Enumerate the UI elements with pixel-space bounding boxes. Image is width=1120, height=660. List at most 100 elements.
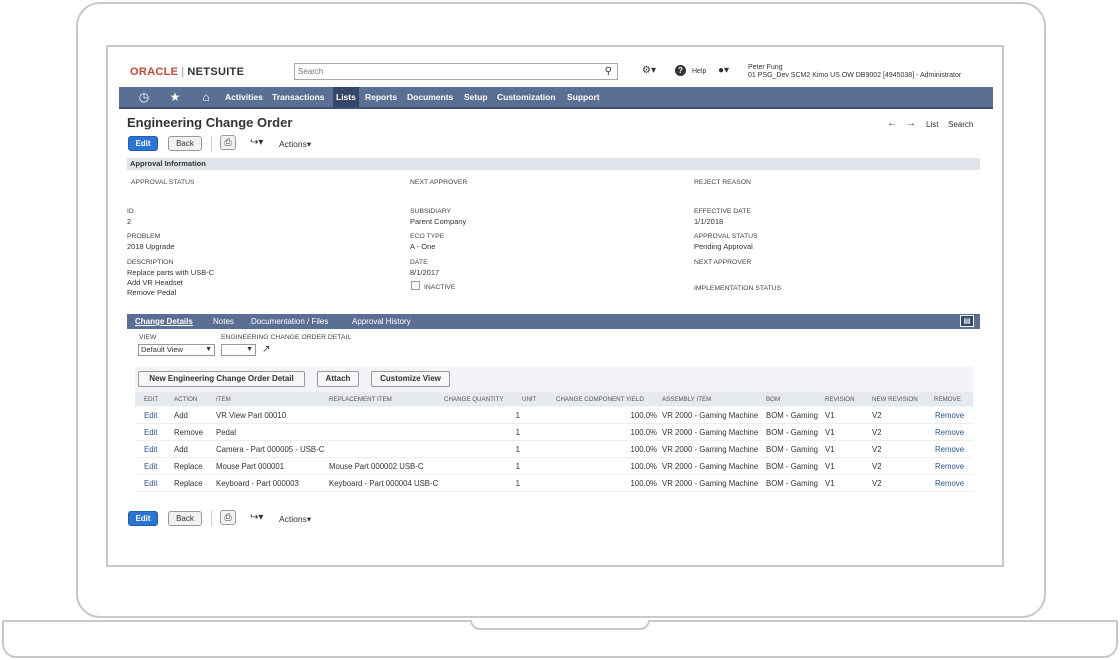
eco-type-value: A - One <box>410 242 436 251</box>
bom-cell: BOM - Gaming <box>766 411 818 420</box>
quantity-cell: 1 <box>515 462 520 471</box>
favorites-star-icon[interactable]: ★ <box>166 87 184 107</box>
problem-value: 2018 Upgrade <box>127 242 175 251</box>
edit-button-bottom[interactable]: Edit <box>128 511 158 526</box>
column-header[interactable]: CHANGE QUANTITY <box>444 396 503 403</box>
help-icon[interactable]: ? <box>675 65 686 76</box>
nav-reports[interactable]: Reports <box>365 87 397 107</box>
edit-link[interactable]: Edit <box>144 479 157 488</box>
chevron-down-icon: ▼ <box>246 346 253 353</box>
new-eco-detail-button[interactable]: New Engineering Change Order Detail <box>138 371 305 387</box>
problem-label: PROBLEM <box>127 233 161 240</box>
nav-customization[interactable]: Customization <box>497 87 556 107</box>
recent-icon[interactable]: ◷ <box>135 87 153 107</box>
approval-status-label: APPROVAL STATUS <box>131 179 195 186</box>
new-revision-cell: V2 <box>872 479 882 488</box>
nav-activities[interactable]: Activities <box>225 87 263 107</box>
remove-link[interactable]: Remove <box>935 445 964 454</box>
assembly-item-cell: VR 2000 - Gaming Machine <box>662 411 759 420</box>
column-header[interactable]: REPLACEMENT ITEM <box>329 396 392 403</box>
column-header[interactable]: EDIT <box>144 396 158 403</box>
tab-documentation-files[interactable]: Documentation / Files <box>251 314 328 329</box>
tab-notes[interactable]: Notes <box>213 314 234 329</box>
assembly-item-cell: VR 2000 - Gaming Machine <box>662 428 759 437</box>
quantity-cell: 1 <box>515 445 520 454</box>
remove-link[interactable]: Remove <box>935 462 964 471</box>
next-arrow-icon[interactable]: → <box>906 118 916 129</box>
eco-detail-select[interactable]: ▼ <box>221 344 256 356</box>
help-link[interactable]: Help <box>692 68 706 75</box>
user-avatar-icon[interactable]: ●▾ <box>718 65 729 76</box>
nav-documents[interactable]: Documents <box>407 87 453 107</box>
nav-transactions[interactable]: Transactions <box>272 87 324 107</box>
table-row[interactable]: Edit Remove Pedal 1 100.0% VR 2000 - Gaming M… <box>135 424 973 441</box>
table-row[interactable]: Edit Add Camera - Part 000005 - USB-C 1 100.… <box>135 441 973 458</box>
user-info[interactable]: Peter Fung 01 PSG_Dev SCM2 Kimo US OW DB… <box>748 64 961 80</box>
edit-link[interactable]: Edit <box>144 428 157 437</box>
column-header[interactable]: REVISION <box>825 396 855 403</box>
customize-view-button[interactable]: Customize View <box>371 371 450 387</box>
effective-date-value: 1/1/2018 <box>694 217 724 226</box>
toolbar-divider <box>211 136 212 152</box>
actions-menu-bottom[interactable]: Actions▾ <box>279 514 311 525</box>
edit-button[interactable]: Edit <box>128 136 158 151</box>
view-select[interactable]: Default View ▼ <box>138 344 215 356</box>
remove-link[interactable]: Remove <box>935 428 964 437</box>
yield-cell: 100.0% <box>630 428 657 437</box>
table-row[interactable]: Edit Add VR View Part 00010 1 100.0% VR 2000 … <box>135 407 973 424</box>
previous-arrow-icon[interactable]: ← <box>887 118 897 129</box>
logo-netsuite: NETSUITE <box>187 66 245 78</box>
page-title: Engineering Change Order <box>127 115 293 130</box>
revision-cell: V1 <box>825 428 835 437</box>
attach-button[interactable]: Attach <box>317 371 359 387</box>
layout-toggle-icon[interactable]: ▤ <box>960 315 974 327</box>
print-icon[interactable]: ⎙ <box>220 510 236 525</box>
table-row[interactable]: Edit Replace Mouse Part 000001 Mouse Part 0… <box>135 458 973 475</box>
back-button-bottom[interactable]: Back <box>168 511 202 526</box>
list-link[interactable]: List <box>926 120 938 129</box>
approval-section-header[interactable]: Approval Information <box>127 158 980 170</box>
recent-records-icon[interactable]: ⚙▾ <box>642 65 656 76</box>
search-link[interactable]: Search <box>948 120 973 129</box>
id-label: ID <box>127 208 134 215</box>
inactive-checkbox[interactable] <box>411 281 420 290</box>
nav-setup[interactable]: Setup <box>464 87 488 107</box>
column-header[interactable]: ASSEMBLY ITEM <box>662 396 711 403</box>
back-button[interactable]: Back <box>168 136 202 151</box>
actions-menu[interactable]: Actions▾ <box>279 139 311 150</box>
home-icon[interactable]: ⌂ <box>197 87 215 107</box>
reject-reason-label: REJECT REASON <box>694 179 751 186</box>
table-row[interactable]: Edit Replace Keyboard - Part 000003 Keyboar… <box>135 475 973 492</box>
export-icon[interactable]: ↪▾ <box>250 137 263 148</box>
print-icon[interactable]: ⎙ <box>220 135 236 150</box>
remove-link[interactable]: Remove <box>935 479 964 488</box>
tab-approval-history[interactable]: Approval History <box>352 314 411 329</box>
open-external-icon[interactable]: ↗ <box>262 344 270 355</box>
nav-support[interactable]: Support <box>567 87 600 107</box>
remove-link[interactable]: Remove <box>935 411 964 420</box>
edit-link[interactable]: Edit <box>144 411 157 420</box>
search-icon[interactable]: ⚲ <box>605 66 612 77</box>
column-header[interactable]: ACTION <box>174 396 197 403</box>
export-icon[interactable]: ↪▾ <box>250 512 263 523</box>
column-header[interactable]: CHANGE COMPONENT YIELD <box>556 396 644 403</box>
edit-link[interactable]: Edit <box>144 462 157 471</box>
quantity-cell: 1 <box>515 428 520 437</box>
column-header[interactable]: REMOVE <box>934 396 961 403</box>
search-input[interactable] <box>295 64 585 79</box>
laptop-notch <box>470 620 650 630</box>
revision-cell: V1 <box>825 411 835 420</box>
toolbar-divider <box>211 510 212 526</box>
column-header[interactable]: NEW REVISION <box>872 396 918 403</box>
yield-cell: 100.0% <box>630 479 657 488</box>
edit-link[interactable]: Edit <box>144 445 157 454</box>
id-value: 2 <box>127 217 132 226</box>
effective-date-label: EFFECTIVE DATE <box>694 208 751 215</box>
column-header[interactable]: BOM <box>766 396 780 403</box>
column-header[interactable]: UNIT <box>522 396 536 403</box>
tab-change-details[interactable]: Change Details <box>135 314 193 329</box>
column-header[interactable]: ITEM <box>216 396 231 403</box>
next-approver-field-label: NEXT APPROVER <box>694 259 752 266</box>
nav-lists[interactable]: Lists <box>333 87 359 107</box>
brand-logo[interactable]: ORACLE | NETSUITE <box>130 66 244 78</box>
